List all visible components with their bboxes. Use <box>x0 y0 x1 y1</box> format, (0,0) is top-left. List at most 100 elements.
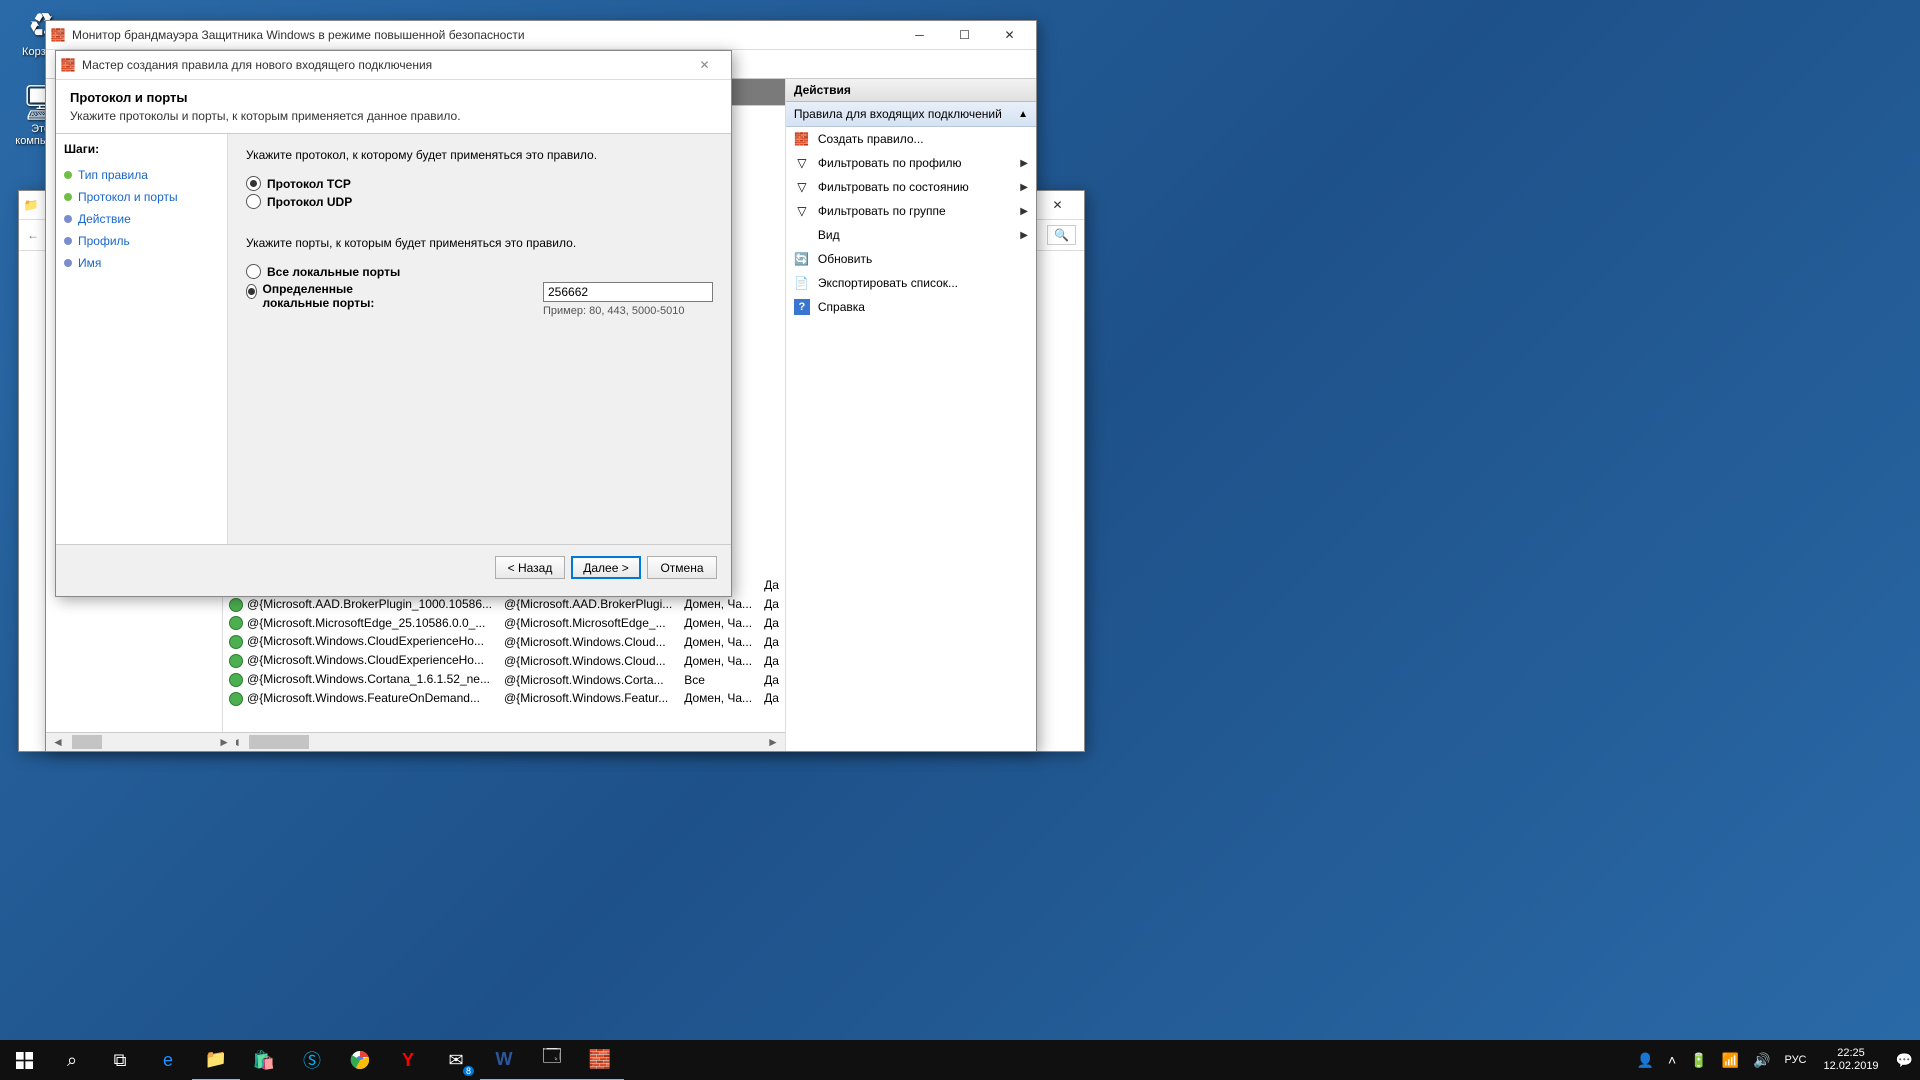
desktop: ♻ Корзина 🖥 Этот компьютер 🛡️ 🛡️ 🛡️ 🛡️ 🧱… <box>0 0 1920 1080</box>
wizard-content: Укажите протокол, к которому будет приме… <box>228 134 731 544</box>
titlebar[interactable]: 🧱 Мастер создания правила для нового вхо… <box>56 51 731 80</box>
taskbar-app-mail[interactable]: ✉8 <box>432 1040 480 1080</box>
table-row[interactable]: @{Microsoft.Windows.FeatureOnDemand...@{… <box>223 689 785 708</box>
tray-overflow-icon[interactable]: ˄ <box>1661 1040 1683 1080</box>
horizontal-scrollbar[interactable]: ◄ ► <box>223 732 785 751</box>
table-row[interactable]: @{Microsoft.AAD.BrokerPlugin_1000.10586.… <box>223 595 785 614</box>
table-row[interactable]: @{Microsoft.MicrosoftEdge_25.10586.0.0_.… <box>223 614 785 633</box>
taskbar-app-explorer[interactable]: 📁 <box>192 1039 240 1080</box>
action-label: Фильтровать по группе <box>818 204 946 218</box>
back-icon[interactable]: ← <box>27 228 39 242</box>
step-bullet-icon <box>64 215 72 223</box>
wizard-header: Протокол и порты Укажите протоколы и пор… <box>56 80 731 134</box>
taskbar: ⌕ ⧉ e 📁 🛍️ Ⓢ Y ✉8 W 🗔 🧱 👤 ˄ 🔋 📶 🔊 РУС 22… <box>0 1040 1920 1080</box>
step-label: Профиль <box>78 234 130 248</box>
dialog-new-inbound-rule-wizard: 🧱 Мастер создания правила для нового вхо… <box>55 50 732 597</box>
action-item[interactable]: 🔄Обновить <box>786 247 1036 271</box>
refresh-icon: 🔄 <box>794 251 810 267</box>
close-button[interactable]: ✕ <box>682 51 727 79</box>
action-item[interactable]: 🧱Создать правило... <box>786 127 1036 151</box>
firewall-icon: 🧱 <box>50 27 66 43</box>
wizard-page-title: Протокол и порты <box>70 90 717 105</box>
action-item[interactable]: 📄 Экспортировать список... <box>786 271 1036 295</box>
enabled-icon <box>229 692 243 706</box>
task-view-button[interactable]: ⧉ <box>96 1040 144 1080</box>
maximize-button[interactable]: ☐ <box>942 21 987 49</box>
taskbar-app-yandex[interactable]: Y <box>384 1040 432 1080</box>
radio-label: Все локальные порты <box>267 265 400 279</box>
blank-icon <box>794 227 810 243</box>
action-item[interactable]: ▽Фильтровать по группе▶ <box>786 199 1036 223</box>
cancel-button[interactable]: Отмена <box>647 556 717 579</box>
radio-all-ports[interactable]: Все локальные порты <box>246 264 713 279</box>
radio-udp[interactable]: Протокол UDP <box>246 194 713 209</box>
minimize-button[interactable]: ─ <box>897 21 942 49</box>
firewall-icon: 🧱 <box>60 57 76 73</box>
tray-people-icon[interactable]: 👤 <box>1630 1040 1661 1080</box>
tray-notifications-icon[interactable]: 💬 <box>1889 1040 1920 1080</box>
search-button[interactable]: ⌕ <box>48 1040 96 1080</box>
taskbar-app-mmc[interactable]: 🗔 <box>528 1039 576 1080</box>
wizard-step[interactable]: Протокол и порты <box>64 186 219 208</box>
filter-icon: ▽ <box>794 179 810 195</box>
tray-wifi-icon[interactable]: 📶 <box>1715 1040 1746 1080</box>
radio-indicator <box>246 264 261 279</box>
radio-tcp[interactable]: Протокол TCP <box>246 176 713 191</box>
chevron-right-icon: ▶ <box>1020 182 1028 193</box>
taskbar-app-chrome[interactable] <box>336 1040 384 1080</box>
back-button[interactable]: < Назад <box>495 556 565 579</box>
titlebar[interactable]: 🧱 Монитор брандмауэра Защитника Windows … <box>46 21 1036 50</box>
app-icon: 📁 <box>23 197 39 213</box>
protocol-prompt: Укажите протокол, к которому будет приме… <box>246 148 713 162</box>
wizard-step[interactable]: Имя <box>64 252 219 274</box>
close-button[interactable]: ✕ <box>1035 191 1080 219</box>
enabled-icon <box>229 654 243 668</box>
table-row[interactable]: @{Microsoft.Windows.CloudExperienceHo...… <box>223 651 785 670</box>
taskbar-app-word[interactable]: W <box>480 1039 528 1080</box>
filter-icon: ▽ <box>794 155 810 171</box>
port-prompt: Укажите порты, к которым будет применять… <box>246 236 713 250</box>
table-row[interactable]: @{Microsoft.Windows.Cortana_1.6.1.52_ne.… <box>223 670 785 689</box>
tray-volume-icon[interactable]: 🔊 <box>1746 1040 1777 1080</box>
actions-section-header[interactable]: Правила для входящих подключений ▲ <box>786 102 1036 127</box>
taskbar-app-firewall[interactable]: 🧱 <box>576 1039 624 1080</box>
chevron-right-icon: ▶ <box>1020 206 1028 217</box>
wizard-step[interactable]: Тип правила <box>64 164 219 186</box>
radio-specific-ports[interactable]: Определенные локальные порты: Пример: 80… <box>246 282 713 317</box>
wizard-page-subtitle: Укажите протоколы и порты, к которым при… <box>70 109 717 123</box>
action-label: Фильтровать по состоянию <box>818 180 969 194</box>
new-rule-icon: 🧱 <box>794 131 810 147</box>
table-row[interactable]: @{Microsoft.Windows.CloudExperienceHo...… <box>223 632 785 651</box>
chevron-right-icon: ▶ <box>1020 230 1028 241</box>
step-bullet-icon <box>64 259 72 267</box>
search-icon[interactable]: 🔍 <box>1047 225 1076 245</box>
tray-battery-icon[interactable]: 🔋 <box>1683 1040 1714 1080</box>
actions-section-label: Правила для входящих подключений <box>794 107 1002 121</box>
radio-indicator <box>246 176 261 191</box>
taskbar-app-store[interactable]: 🛍️ <box>240 1040 288 1080</box>
horizontal-scrollbar-left[interactable]: ◄ ► <box>46 732 236 751</box>
action-item[interactable]: ▽ Фильтровать по состоянию ▶ <box>786 175 1036 199</box>
tray-clock[interactable]: 22:25 12.02.2019 <box>1814 1047 1889 1073</box>
enabled-icon <box>229 635 243 649</box>
clock-time: 22:25 <box>1824 1047 1879 1060</box>
dialog-title: Мастер создания правила для нового входя… <box>82 58 682 72</box>
wizard-step[interactable]: Действие <box>64 208 219 230</box>
close-button[interactable]: ✕ <box>987 21 1032 49</box>
collapse-icon[interactable]: ▲ <box>1018 109 1028 120</box>
action-label: Справка <box>818 300 865 314</box>
action-item[interactable]: ?Справка <box>786 295 1036 319</box>
action-label: Экспортировать список... <box>818 276 958 290</box>
start-button[interactable] <box>0 1040 48 1080</box>
specific-ports-input[interactable] <box>543 282 713 302</box>
action-item[interactable]: Вид▶ <box>786 223 1036 247</box>
tray-language[interactable]: РУС <box>1777 1040 1813 1080</box>
clock-date: 12.02.2019 <box>1824 1060 1879 1073</box>
enabled-icon <box>229 673 243 687</box>
export-icon: 📄 <box>794 275 810 291</box>
next-button[interactable]: Далее > <box>571 556 641 579</box>
taskbar-app-edge[interactable]: e <box>144 1040 192 1080</box>
action-item[interactable]: ▽Фильтровать по профилю▶ <box>786 151 1036 175</box>
wizard-step[interactable]: Профиль <box>64 230 219 252</box>
taskbar-app-skype[interactable]: Ⓢ <box>288 1040 336 1080</box>
